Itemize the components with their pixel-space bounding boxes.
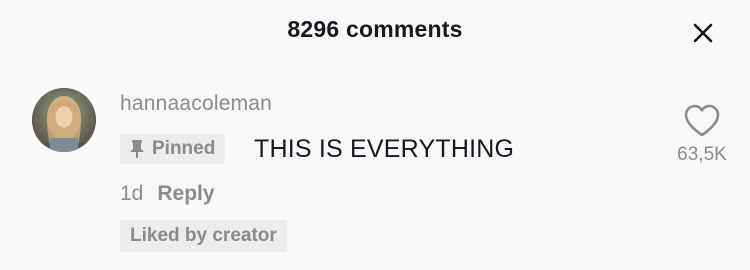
pinned-label: Pinned <box>152 138 216 159</box>
liked-by-creator-label: Liked by creator <box>130 225 277 246</box>
like-count: 63,5K <box>677 144 727 165</box>
comments-header: 8296 comments <box>0 0 750 64</box>
close-button[interactable] <box>688 18 718 48</box>
comments-count-title: 8296 comments <box>287 16 463 42</box>
comment-timestamp: 1d <box>120 182 144 205</box>
comment-text: THIS IS EVERYTHING <box>254 135 515 163</box>
liked-by-creator-badge: Liked by creator <box>120 220 287 252</box>
avatar[interactable] <box>32 88 96 152</box>
heart-icon <box>684 104 720 137</box>
pin-icon <box>128 139 146 159</box>
reply-button[interactable]: Reply <box>157 182 214 206</box>
comment-meta: 1d Reply <box>120 182 215 206</box>
comment-username[interactable]: hannaacoleman <box>120 92 272 116</box>
close-icon <box>693 23 713 43</box>
avatar-image <box>32 88 96 152</box>
like-button[interactable] <box>676 104 728 140</box>
pinned-badge: Pinned <box>120 134 226 164</box>
comment-item: hannaacoleman Pinned THIS IS EVERYTHING … <box>0 86 750 270</box>
